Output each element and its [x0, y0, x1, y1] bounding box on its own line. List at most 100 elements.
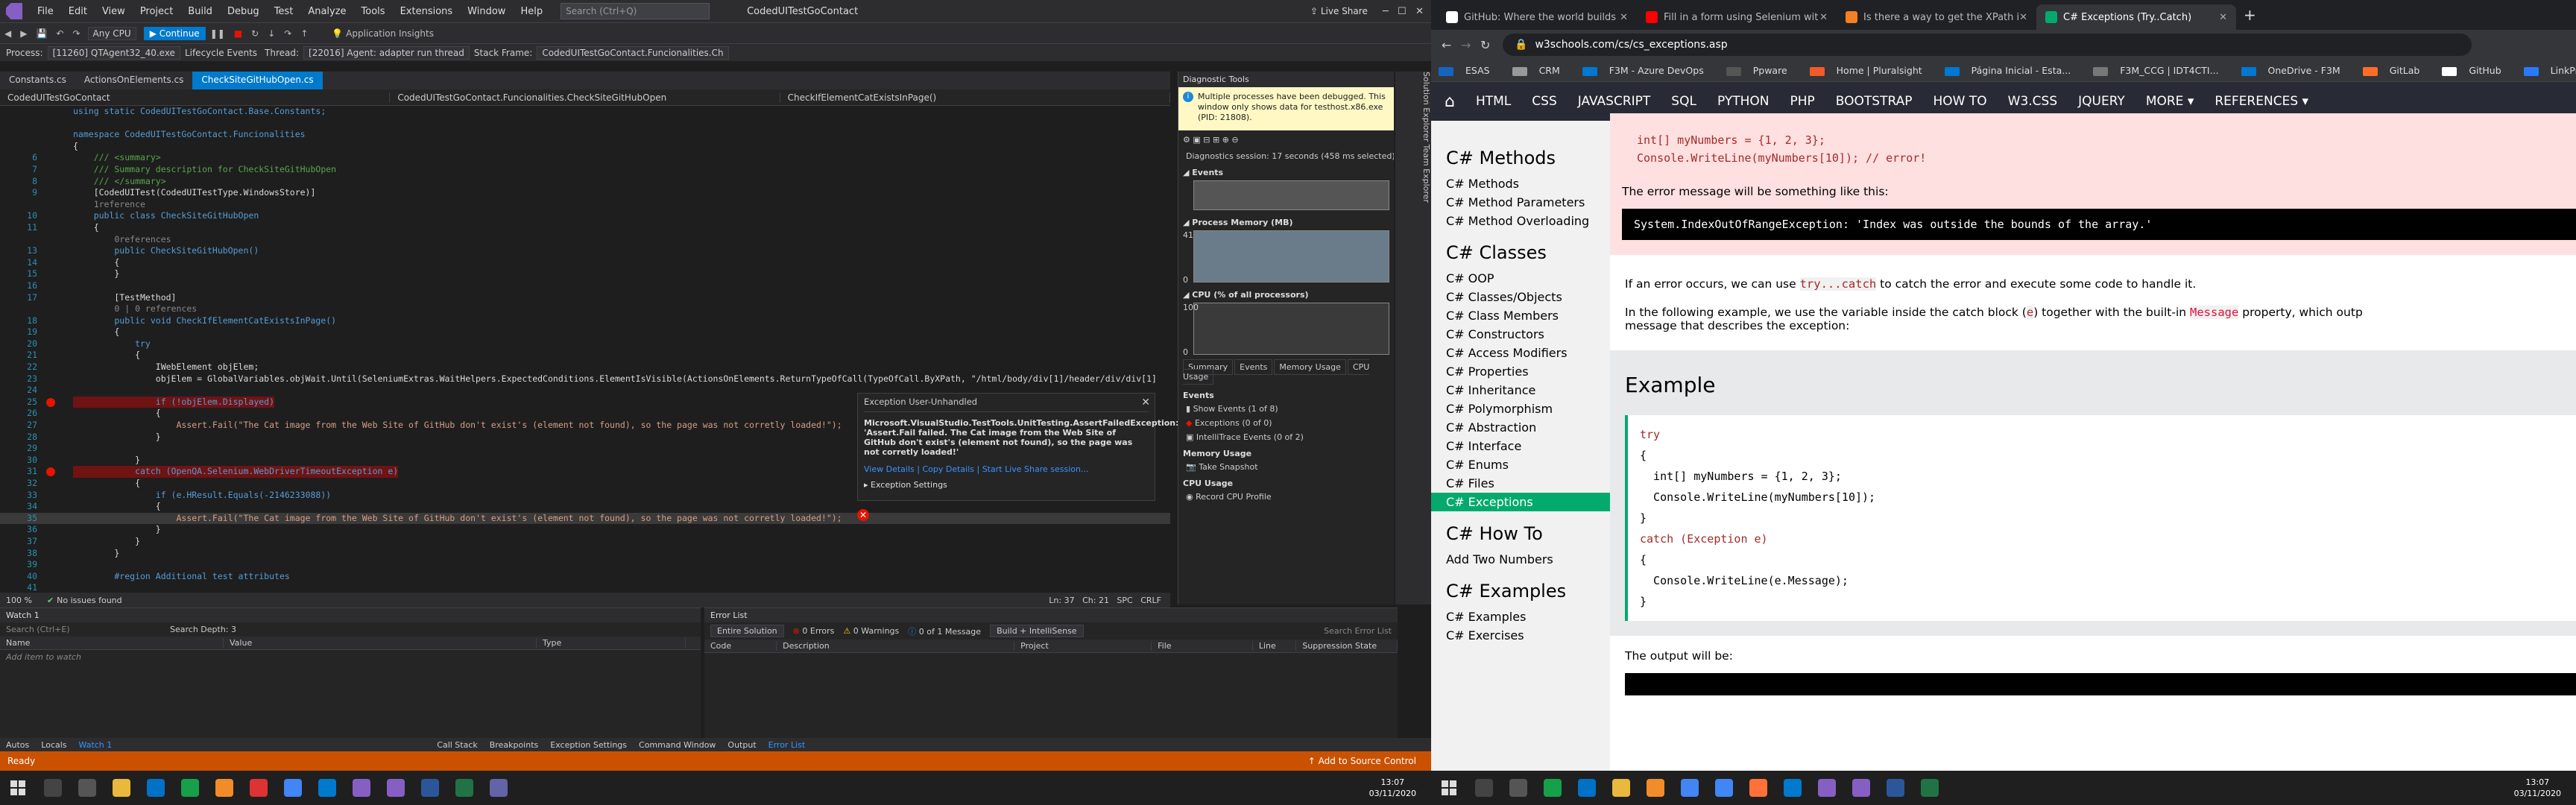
watch-column-header[interactable]: Name: [0, 638, 224, 648]
app-icon[interactable]: [181, 779, 199, 797]
gutter[interactable]: [43, 513, 73, 525]
diag-event-row[interactable]: ▣ IntelliTrace Events (0 of 2): [1178, 430, 1394, 444]
menu-item-help[interactable]: Help: [513, 6, 550, 17]
sidebar-link[interactable]: C# OOP: [1431, 269, 1610, 288]
excel-icon[interactable]: [1921, 779, 1939, 797]
sidebar-link[interactable]: C# Method Parameters: [1431, 193, 1610, 212]
w3-nav-item[interactable]: JAVASCRIPT: [1568, 94, 1661, 109]
app-icon[interactable]: [250, 779, 268, 797]
gutter[interactable]: [43, 210, 73, 222]
code-editor[interactable]: using static CodedUITestGoContact.Base.C…: [0, 106, 1170, 590]
windows-start-icon[interactable]: [1442, 780, 1456, 795]
vscode-icon[interactable]: [1784, 779, 1802, 797]
cpu-graph[interactable]: [1193, 303, 1389, 355]
gutter[interactable]: [43, 152, 73, 164]
stack-frame-select[interactable]: CodedUITestGoContact.Funcionalities.Ch: [537, 45, 729, 60]
error-column-header[interactable]: Description: [777, 641, 1015, 651]
w3-nav-item[interactable]: SQL: [1661, 94, 1707, 109]
close-tab-icon[interactable]: ✕: [1620, 12, 1628, 23]
w3-nav-item[interactable]: CSS: [1521, 94, 1567, 109]
thread-select[interactable]: [22016] Agent: adapter run thread: [303, 45, 470, 60]
bookmark[interactable]: ESAS: [1431, 65, 1505, 76]
close-tab-icon[interactable]: ✕: [2019, 12, 2027, 23]
gutter[interactable]: [43, 397, 73, 408]
nav-dropdown[interactable]: CodedUITestGoContact.Funcionalities.Chec…: [390, 92, 780, 103]
chrome-icon[interactable]: [1715, 779, 1733, 797]
url-input[interactable]: 🔒 w3schools.com/cs/cs_exceptions.asp: [1503, 34, 2472, 56]
gutter[interactable]: [43, 106, 73, 118]
chrome-icon[interactable]: [284, 779, 302, 797]
bookmark[interactable]: GitLab: [2355, 65, 2435, 76]
home-icon[interactable]: ⌂: [1431, 92, 1465, 111]
gutter[interactable]: [43, 466, 73, 478]
zoom-level[interactable]: 100 %: [6, 596, 32, 605]
sidebar-link[interactable]: C# Abstraction: [1431, 418, 1610, 437]
error-column-header[interactable]: Code: [704, 641, 777, 651]
add-watch-item[interactable]: Add item to watch: [0, 650, 701, 664]
bottom-tab[interactable]: Command Window: [633, 740, 722, 750]
sidebar-link[interactable]: C# Files: [1431, 474, 1610, 493]
gutter[interactable]: [43, 443, 73, 455]
search-icon[interactable]: [1475, 779, 1493, 797]
w3-nav-item[interactable]: W3.CSS: [1998, 94, 2068, 109]
reload-icon[interactable]: ↻: [1480, 38, 1490, 52]
side-tool-strip[interactable]: Solution Explorer Team Explorer: [1395, 72, 1431, 604]
nav-dropdown[interactable]: CodedUITestGoContact: [0, 92, 391, 103]
watch-search-input[interactable]: Search (Ctrl+E): [6, 625, 155, 634]
gutter[interactable]: [43, 582, 73, 590]
error-scope-select[interactable]: Entire Solution: [710, 625, 784, 637]
gutter[interactable]: [43, 292, 73, 304]
exception-marker-icon[interactable]: ✕: [857, 509, 869, 521]
save-icon[interactable]: 💾: [31, 28, 51, 39]
browser-tab[interactable]: C# Exceptions (Try..Catch) ✕: [2036, 4, 2236, 30]
close-icon[interactable]: ✕: [1141, 397, 1150, 408]
bottom-tab[interactable]: Error List: [763, 740, 812, 750]
doc-tab[interactable]: ActionsOnElements.cs: [75, 72, 192, 89]
gutter[interactable]: [43, 571, 73, 583]
redo-icon[interactable]: ↷: [68, 28, 84, 39]
sidebar-link[interactable]: C# Exceptions: [1431, 493, 1610, 511]
undo-icon[interactable]: ↶: [51, 28, 68, 39]
w3-nav-item[interactable]: MORE ▾: [2135, 94, 2205, 109]
w3-nav-item[interactable]: REFERENCES ▾: [2204, 94, 2319, 109]
bookmark[interactable]: OneDrive - F3M: [2234, 65, 2355, 76]
menu-item-test[interactable]: Test: [267, 6, 301, 17]
bottom-tab[interactable]: Output: [722, 740, 762, 750]
error-search-input[interactable]: Search Error List: [1324, 626, 1392, 636]
step-over-icon[interactable]: ↷: [280, 28, 296, 39]
build-filter-select[interactable]: Build + IntelliSense: [990, 625, 1084, 637]
sidebar-link[interactable]: C# Methods: [1431, 174, 1610, 193]
sidebar-link[interactable]: C# Exercises: [1431, 626, 1610, 645]
forward-icon[interactable]: ▶: [16, 28, 31, 39]
warnings-filter[interactable]: ⚠ 0 Warnings: [843, 626, 899, 636]
bottom-tab[interactable]: Call Stack: [431, 740, 483, 750]
visual-studio-icon[interactable]: [387, 779, 405, 797]
gutter[interactable]: [43, 524, 73, 536]
gutter[interactable]: [43, 536, 73, 548]
gutter[interactable]: [43, 455, 73, 467]
sidebar-link[interactable]: C# Access Modifiers: [1431, 344, 1610, 362]
word-icon[interactable]: [421, 779, 439, 797]
search-depth[interactable]: Search Depth: 3: [170, 625, 236, 634]
gutter[interactable]: [43, 420, 73, 432]
restart-icon[interactable]: ↻: [247, 28, 263, 39]
bookmark[interactable]: GitHub: [2434, 65, 2516, 76]
sidebar-link[interactable]: Add Two Numbers: [1431, 550, 1610, 569]
sidebar-link[interactable]: C# Classes/Objects: [1431, 288, 1610, 306]
gutter[interactable]: [43, 326, 73, 338]
gutter[interactable]: [43, 280, 73, 292]
gutter[interactable]: [43, 350, 73, 362]
platform-select[interactable]: Any CPU: [87, 26, 136, 40]
menu-item-edit[interactable]: Edit: [61, 6, 95, 17]
diag-tab[interactable]: Events: [1234, 359, 1273, 375]
gutter[interactable]: [43, 234, 73, 246]
menu-item-project[interactable]: Project: [133, 6, 180, 17]
menu-item-file[interactable]: File: [30, 6, 61, 17]
file-explorer-icon[interactable]: [1612, 779, 1630, 797]
app-insights-button[interactable]: 💡 Application Insights: [327, 28, 438, 39]
w3-nav-item[interactable]: HOW TO: [1922, 94, 1997, 109]
menu-item-window[interactable]: Window: [460, 6, 513, 17]
browser-tab[interactable]: GitHub: Where the world builds ✕: [1437, 4, 1637, 30]
gutter[interactable]: [43, 490, 73, 502]
process-select[interactable]: [11260] QTAgent32_40.exe: [47, 45, 180, 60]
